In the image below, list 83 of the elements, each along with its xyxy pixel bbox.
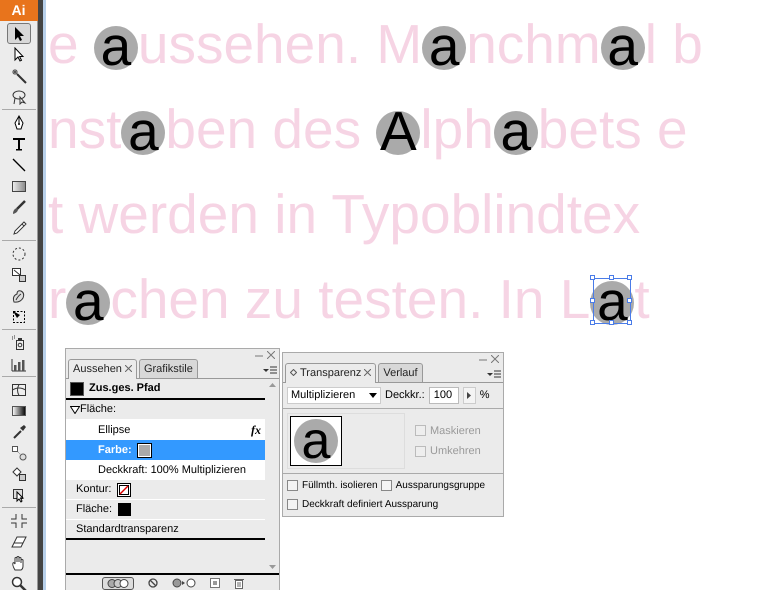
mesh-icon [10, 382, 26, 398]
pencil-icon [10, 220, 26, 236]
spray-can-icon [10, 334, 26, 350]
appearance-row[interactable]: Ellipse fx [66, 420, 265, 440]
new-art-button[interactable] [102, 576, 134, 590]
app-logo: Ai [0, 0, 38, 21]
tab-label: Verlauf [383, 366, 418, 380]
opacity-stepper[interactable] [462, 387, 476, 404]
scale-icon [10, 266, 26, 282]
zoom-icon [10, 576, 26, 590]
brush-icon [10, 198, 26, 214]
close-icon[interactable] [267, 351, 275, 359]
color-swatch[interactable] [118, 503, 132, 516]
blend-mode-dropdown[interactable]: Multiplizieren [287, 387, 381, 404]
appearance-row[interactable]: Standardtransparenz [66, 520, 265, 540]
appearance-row[interactable]: Deckkraft: 100% Multiplizieren [66, 460, 265, 480]
new-item-icon[interactable] [210, 578, 220, 588]
highlighted-letter[interactable]: a [121, 111, 166, 155]
no-color-swatch[interactable] [117, 482, 132, 496]
eraser-icon [10, 534, 26, 550]
checkbox[interactable] [287, 480, 298, 491]
tab-label: Grafikstile [144, 362, 193, 376]
panel-tab[interactable]: Transparenz [285, 362, 376, 383]
opacity-label: Deckkr.: [385, 388, 425, 404]
diamond-icon [290, 369, 297, 376]
tab-label: Aussehen [73, 362, 122, 376]
clear-icon[interactable] [148, 578, 158, 588]
opacity-field[interactable]: 100 [428, 387, 459, 404]
panel-menu-icon[interactable] [263, 366, 277, 374]
highlighted-letter[interactable]: a [94, 26, 138, 70]
wand-icon [10, 68, 26, 84]
checkbox[interactable] [380, 480, 392, 491]
row-label: Kontur: [76, 482, 112, 498]
highlighted-letter[interactable]: a [422, 26, 466, 70]
unit-label: % [480, 388, 490, 404]
checkbox[interactable] [287, 499, 298, 510]
checkbox-label: Umkehren [430, 444, 481, 459]
letter-on-circle: a [294, 419, 338, 463]
row-label: Ellipse [98, 422, 130, 438]
warp-icon [10, 288, 26, 304]
line-icon [10, 156, 26, 172]
panel-menu-icon[interactable] [487, 370, 501, 378]
highlighted-letter[interactable]: A [376, 111, 420, 155]
effect-badge[interactable]: fx [251, 421, 261, 439]
tab-label: Transparenz [300, 366, 362, 380]
row-label: Fläche: [76, 502, 112, 518]
checkbox-label: Füllmth. isolieren [302, 479, 378, 493]
dropdown-arrow-icon [369, 393, 377, 398]
reduce-icon[interactable] [172, 578, 196, 588]
row-label: Standardtransparenz [76, 522, 179, 537]
rotate-icon [10, 246, 26, 262]
paint-bucket-icon [10, 466, 26, 482]
row-label: Farbe: [98, 442, 132, 458]
lasso-icon [10, 88, 26, 104]
checkbox-label: Maskieren [430, 424, 481, 438]
tool-button[interactable] [6, 23, 30, 44]
highlighted-letter[interactable]: a [600, 26, 645, 70]
close-icon[interactable] [491, 355, 499, 363]
panel-tab[interactable]: Aussehen [68, 358, 137, 379]
panel-tab[interactable]: Verlauf [378, 362, 423, 382]
checkbox-label: Aussparungsgruppe [396, 479, 486, 493]
close-icon[interactable] [124, 365, 132, 372]
type-tool-icon [10, 136, 26, 152]
blend-icon [10, 444, 26, 460]
close-icon[interactable] [364, 369, 372, 376]
selection-arrow-icon [10, 486, 26, 502]
object-name: Zus.ges. Pfad [89, 381, 161, 396]
free-transform-icon [10, 308, 26, 324]
hand-icon [10, 554, 26, 570]
highlighted-letter[interactable]: a [66, 281, 110, 325]
crop-marks-icon [10, 512, 26, 528]
panel-tab[interactable]: Grafikstile [138, 358, 198, 378]
eyedropper-icon [10, 424, 26, 440]
row-label: Fläche: [80, 402, 116, 418]
appearance-row[interactable]: Fläche: [66, 500, 265, 520]
appearance-row[interactable]: Kontur: [66, 480, 265, 500]
circles-icon [106, 578, 128, 588]
expand-triangle-icon[interactable] [70, 406, 80, 414]
highlighted-letter[interactable]: a [494, 111, 538, 155]
trash-icon[interactable] [234, 578, 244, 588]
row-label: Deckkraft: 100% Multiplizieren [98, 462, 246, 478]
checkbox-label: Deckkraft definiert Aussparung [302, 498, 438, 512]
arrow-right-icon [467, 392, 472, 399]
